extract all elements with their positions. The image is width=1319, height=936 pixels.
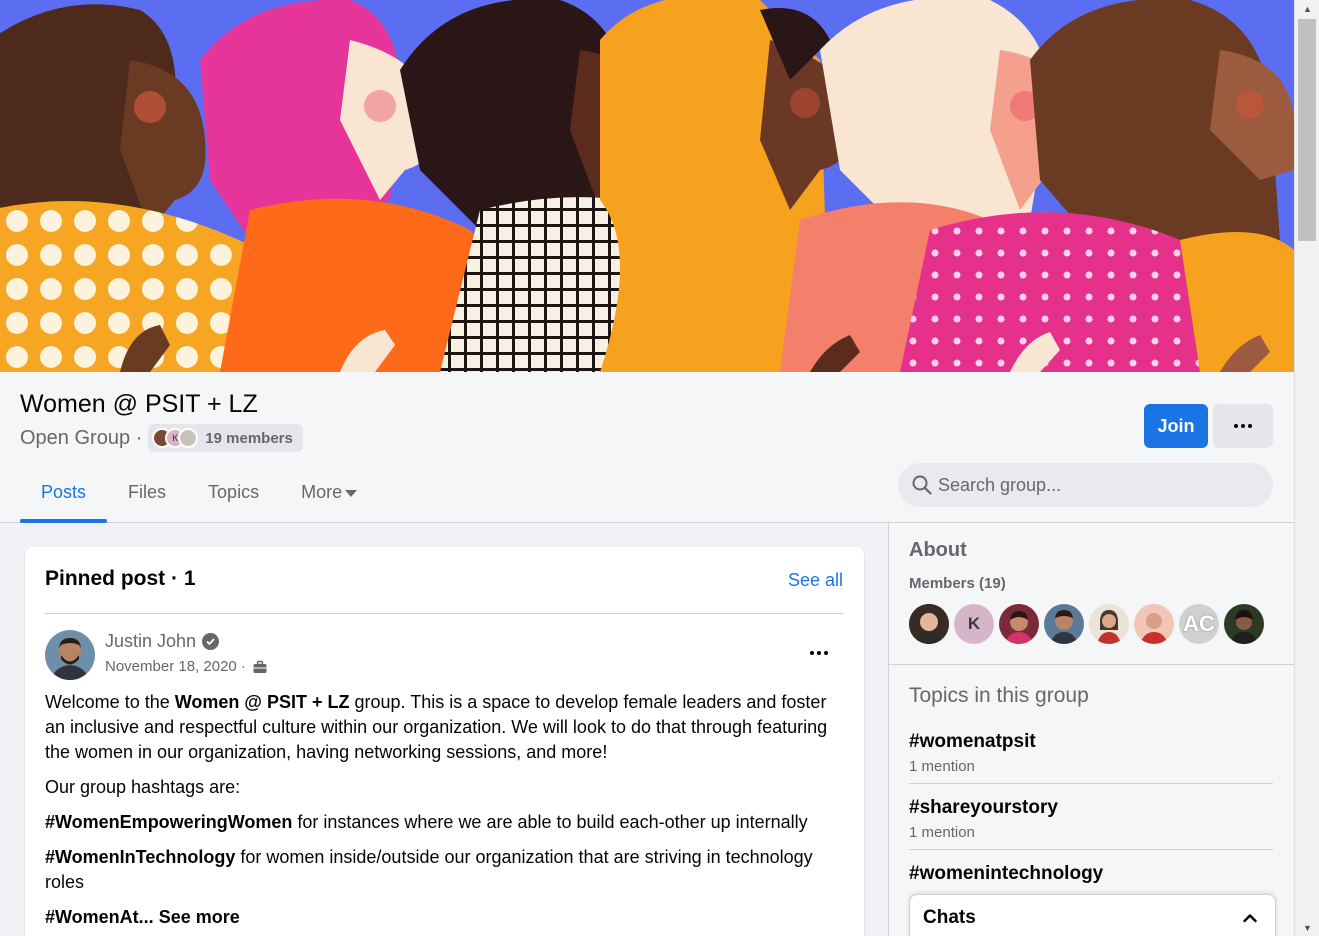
ellipsis-icon-dot: [1241, 424, 1245, 428]
search-input[interactable]: [938, 474, 1248, 496]
tab-label: Topics: [208, 481, 260, 502]
see-more-link[interactable]: See more: [154, 907, 240, 927]
cover-illustration: [0, 0, 1294, 372]
ellipsis-icon-dot: [1248, 424, 1252, 428]
ellipsis-icon: [810, 651, 814, 655]
divider: [45, 613, 843, 614]
cover-photo[interactable]: [0, 0, 1294, 372]
tab-label: Files: [128, 481, 167, 502]
pinned-post-heading: Pinned post · 1: [45, 567, 196, 590]
pinned-post-card: Pinned post · 1 See all Justin John Nove…: [25, 547, 864, 936]
post-body: Welcome to the Women @ PSIT + LZ group. …: [45, 690, 845, 936]
members-heading[interactable]: Members (19): [909, 575, 1006, 592]
post-text: Welcome to the: [45, 692, 175, 712]
group-options-button[interactable]: [1213, 404, 1273, 448]
tab-label: More: [301, 481, 343, 502]
page-scrollbar[interactable]: ▲ ▼: [1294, 0, 1319, 936]
post-paragraph: #WomenEmpoweringWomen for instances wher…: [45, 810, 845, 835]
caret-down-icon: [345, 489, 358, 497]
group-header: Women @ PSIT + LZ Open Group · K 19 memb…: [0, 372, 1294, 523]
ellipsis-icon-dot: [824, 651, 828, 655]
topic-mentions: 1 mention: [909, 758, 975, 775]
member-avatar[interactable]: [999, 604, 1039, 644]
member-avatar[interactable]: [909, 604, 949, 644]
verified-badge-icon: [202, 633, 220, 650]
member-avatar[interactable]: K: [954, 604, 994, 644]
member-avatar[interactable]: AC: [1179, 604, 1219, 644]
scrollbar-thumb[interactable]: [1298, 19, 1316, 241]
about-heading: About: [909, 539, 967, 561]
member-avatar[interactable]: [1224, 604, 1264, 644]
post-paragraph: #WomenInTechnology for women inside/outs…: [45, 845, 845, 895]
post-options-button[interactable]: [810, 651, 828, 655]
topics-heading: Topics in this group: [909, 684, 1089, 707]
hashtag-link[interactable]: #WomenInTechnology: [45, 847, 235, 867]
post-paragraph: Welcome to the Women @ PSIT + LZ group. …: [45, 690, 845, 765]
author-avatar[interactable]: [45, 630, 95, 680]
post-date-text: November 18, 2020 ·: [105, 658, 246, 675]
members-preview[interactable]: K 19 members: [148, 424, 303, 452]
ellipsis-icon: [1234, 424, 1238, 428]
join-button[interactable]: Join: [1144, 404, 1208, 448]
post-timestamp[interactable]: November 18, 2020 ·: [105, 658, 268, 675]
hashtag-link[interactable]: #WomenAt...: [45, 907, 154, 927]
divider: [909, 783, 1273, 784]
chats-label: Chats: [923, 907, 976, 928]
topic-name: #womenatpsit: [909, 731, 1036, 752]
members-count: 19 members: [205, 429, 293, 447]
group-search[interactable]: [898, 463, 1273, 507]
topic-item[interactable]: #womenatpsit 1 mention: [909, 731, 1273, 775]
scroll-up-arrow-icon[interactable]: ▲: [1295, 0, 1319, 17]
topic-mentions: 1 mention: [909, 824, 975, 841]
post-paragraph: #WomenAt... See more: [45, 905, 845, 930]
chevron-up-icon[interactable]: [1243, 913, 1257, 923]
briefcase-icon: [253, 660, 267, 673]
scroll-down-arrow-icon[interactable]: ▼: [1295, 919, 1319, 936]
member-avatar[interactable]: [1089, 604, 1129, 644]
tab-label: Posts: [41, 481, 87, 502]
about-panel: About Members (19) K AC Topics in this g…: [888, 523, 1295, 936]
avatar: [178, 428, 199, 448]
post-paragraph: Our group hashtags are:: [45, 777, 241, 797]
tab-files[interactable]: Files: [107, 462, 187, 522]
tab-topics[interactable]: Topics: [187, 462, 280, 522]
topic-item[interactable]: #womenintechnology: [909, 863, 1273, 885]
member-avatar[interactable]: [1134, 604, 1174, 644]
ellipsis-icon-dot: [817, 651, 821, 655]
search-icon: [912, 475, 932, 495]
hashtag-link[interactable]: #WomenEmpoweringWomen: [45, 812, 292, 832]
divider: [889, 664, 1295, 665]
group-privacy: Open Group ·: [20, 426, 143, 449]
author-name[interactable]: Justin John: [105, 631, 220, 652]
group-tabs: Posts Files Topics More: [20, 462, 378, 523]
topic-item[interactable]: #shareyourstory 1 mention: [909, 797, 1273, 841]
group-mention[interactable]: Women @ PSIT + LZ: [175, 692, 350, 712]
group-title[interactable]: Women @ PSIT + LZ: [20, 390, 258, 419]
topic-name: #womenintechnology: [909, 863, 1104, 884]
group-meta: Open Group · K 19 members: [20, 424, 303, 452]
member-avatars: K AC: [909, 604, 1264, 644]
topic-name: #shareyourstory: [909, 797, 1058, 818]
see-all-link[interactable]: See all: [788, 570, 843, 591]
tab-posts[interactable]: Posts: [20, 462, 108, 523]
post-text: for instances where we are able to build…: [292, 812, 808, 832]
member-avatar[interactable]: [1044, 604, 1084, 644]
author-name-text: Justin John: [105, 631, 197, 651]
chats-bar[interactable]: Chats: [909, 894, 1276, 936]
author-photo: [45, 630, 95, 680]
divider: [909, 849, 1273, 850]
tab-more[interactable]: More: [280, 462, 378, 522]
